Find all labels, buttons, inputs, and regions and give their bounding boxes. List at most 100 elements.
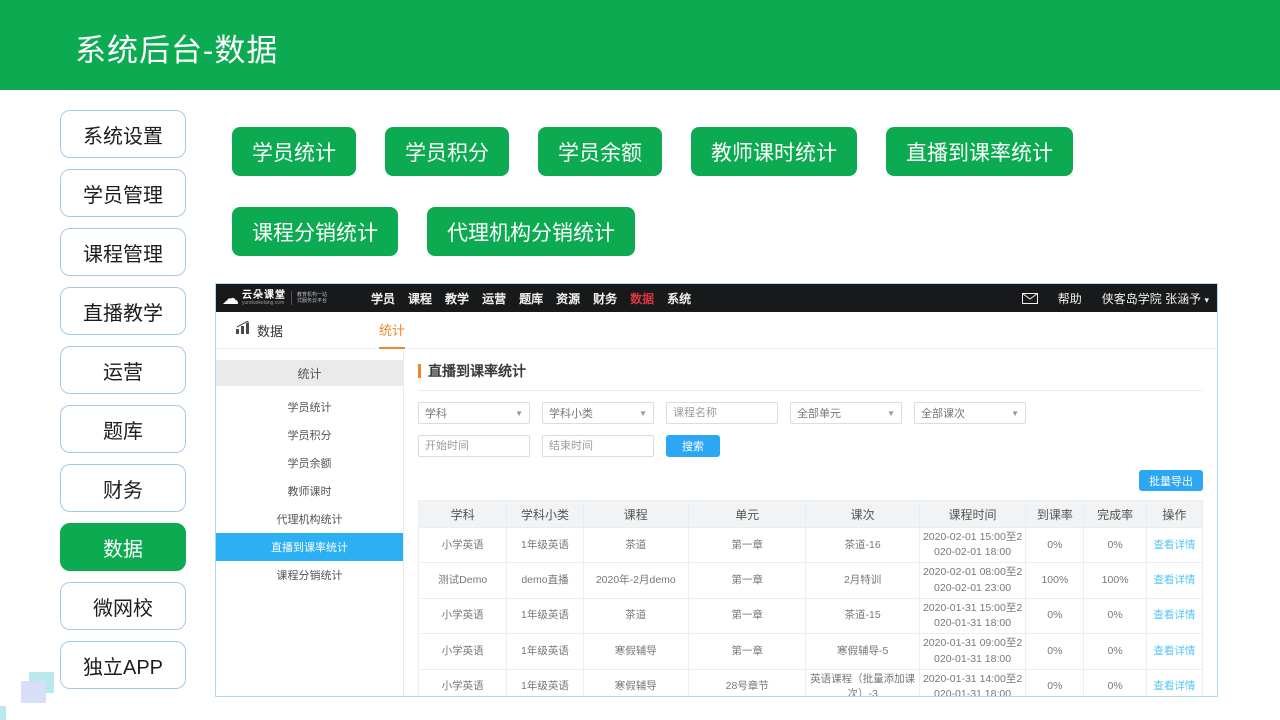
table-cell: 查看详情 <box>1146 669 1202 697</box>
view-detail-link[interactable]: 查看详情 <box>1153 645 1195 657</box>
table-row: 小学英语1年级英语寒假辅导28号章节英语课程（批量添加课次）-32020-01-… <box>419 669 1203 697</box>
search-button[interactable]: 搜索 <box>666 435 720 457</box>
table-cell: 寒假辅导-5 <box>806 634 919 669</box>
table-cell: 1年级英语 <box>507 598 583 633</box>
table-row: 测试Demodemo直播2020年-2月demo第一章2月特训2020-02-0… <box>419 563 1203 598</box>
nav-item-0[interactable]: 学员 <box>371 290 395 307</box>
nav-item-6[interactable]: 财务 <box>593 290 617 307</box>
chevron-down-icon: ▾ <box>1204 295 1209 305</box>
app-logo[interactable]: ☁ 云朵课堂 yunduoketang.com 教育机构一站 式服务云平台 <box>222 290 327 307</box>
table-header-8: 操作 <box>1146 501 1202 528</box>
menu-header: 统计 <box>216 360 403 386</box>
logo-domain: yunduoketang.com <box>242 301 286 307</box>
filter-subject-select[interactable]: 学科 ▼ <box>418 402 530 424</box>
start-time-input[interactable] <box>418 435 530 457</box>
quick-button-0-0[interactable]: 学员统计 <box>232 127 356 176</box>
table-cell: 寒假辅导 <box>583 634 688 669</box>
table-header-0: 学科 <box>419 501 507 528</box>
filter-subject-sub-select[interactable]: 学科小类 ▼ <box>542 402 654 424</box>
chevron-down-icon: ▼ <box>1011 409 1019 418</box>
attendance-table: 学科学科小类课程单元课次课程时间到课率完成率操作 小学英语1年级英语茶道第一章茶… <box>418 500 1203 697</box>
mail-icon[interactable] <box>1022 293 1038 304</box>
nav-item-2[interactable]: 教学 <box>445 290 469 307</box>
filter-row-1: 学科 ▼ 学科小类 ▼ 全部单元 ▼ 全部课次 ▼ <box>418 402 1203 424</box>
table-cell: 0% <box>1026 634 1084 669</box>
quick-button-1-0[interactable]: 课程分销统计 <box>232 207 398 256</box>
sidebar-item-3[interactable]: 直播教学 <box>60 287 186 335</box>
menu-item-2[interactable]: 学员余额 <box>216 449 403 477</box>
tab-statistics[interactable]: 统计 <box>379 312 405 349</box>
batch-export-button[interactable]: 批量导出 <box>1139 470 1203 491</box>
nav-item-3[interactable]: 运营 <box>482 290 506 307</box>
content-title: 直播到课率统计 <box>428 361 526 381</box>
sidebar-item-4[interactable]: 运营 <box>60 346 186 394</box>
quick-button-0-1[interactable]: 学员积分 <box>385 127 509 176</box>
table-cell: 0% <box>1026 528 1084 563</box>
menu-item-3[interactable]: 教师课时 <box>216 477 403 505</box>
table-cell: 英语课程（批量添加课次）-3 <box>806 669 919 697</box>
nav-item-1[interactable]: 课程 <box>408 290 432 307</box>
course-name-input[interactable] <box>666 402 778 424</box>
table-cell: 小学英语 <box>419 598 507 633</box>
filter-subject-sub-value: 学科小类 <box>549 405 593 421</box>
view-detail-link[interactable]: 查看详情 <box>1153 539 1195 551</box>
chevron-down-icon: ▼ <box>887 409 895 418</box>
app-navbar: ☁ 云朵课堂 yunduoketang.com 教育机构一站 式服务云平台 学员… <box>216 284 1217 312</box>
quick-button-0-4[interactable]: 直播到课率统计 <box>886 127 1073 176</box>
account-menu[interactable]: 侠客岛学院 张涵予 ▾ <box>1102 290 1209 307</box>
table-cell: 查看详情 <box>1146 634 1202 669</box>
nav-item-5[interactable]: 资源 <box>556 290 580 307</box>
nav-item-4[interactable]: 题库 <box>519 290 543 307</box>
sidebar-item-0[interactable]: 系统设置 <box>60 110 186 158</box>
table-header-row: 学科学科小类课程单元课次课程时间到课率完成率操作 <box>419 501 1203 528</box>
content-title-row: 直播到课率统计 <box>418 361 1203 381</box>
tagline-line2: 式服务云平台 <box>297 298 327 305</box>
chart-icon <box>236 321 251 339</box>
table-body: 小学英语1年级英语茶道第一章茶道-162020-02-01 15:00至2020… <box>419 528 1203 698</box>
quick-button-0-2[interactable]: 学员余额 <box>538 127 662 176</box>
menu-item-5[interactable]: 直播到课率统计 <box>216 533 403 561</box>
sidebar-item-7[interactable]: 数据 <box>60 523 186 571</box>
filter-lesson-value: 全部课次 <box>921 405 965 421</box>
table-cell: 查看详情 <box>1146 528 1202 563</box>
table-cell: 茶道 <box>583 528 688 563</box>
title-divider <box>418 390 1203 391</box>
nav-item-7[interactable]: 数据 <box>630 290 654 307</box>
logo-text-block: 云朵课堂 yunduoketang.com <box>242 290 286 307</box>
admin-screenshot: ☁ 云朵课堂 yunduoketang.com 教育机构一站 式服务云平台 学员… <box>215 283 1218 697</box>
menu-item-0[interactable]: 学员统计 <box>216 393 403 421</box>
menu-item-6[interactable]: 课程分销统计 <box>216 561 403 589</box>
sidebar-item-1[interactable]: 学员管理 <box>60 169 186 217</box>
table-cell: 茶道-15 <box>806 598 919 633</box>
menu-item-4[interactable]: 代理机构统计 <box>216 505 403 533</box>
table-cell: 100% <box>1084 563 1146 598</box>
view-detail-link[interactable]: 查看详情 <box>1153 609 1195 621</box>
decor-square-corner <box>0 706 6 720</box>
table-cell: 1年级英语 <box>507 634 583 669</box>
table-cell: 第一章 <box>689 598 806 633</box>
quick-button-1-1[interactable]: 代理机构分销统计 <box>427 207 635 256</box>
table-header-5: 课程时间 <box>919 501 1025 528</box>
sidebar-item-6[interactable]: 财务 <box>60 464 186 512</box>
table-cell: 小学英语 <box>419 669 507 697</box>
quick-button-0-3[interactable]: 教师课时统计 <box>691 127 857 176</box>
table-cell: 0% <box>1084 669 1146 697</box>
end-time-input[interactable] <box>542 435 654 457</box>
sidebar-item-8[interactable]: 微网校 <box>60 582 186 630</box>
sidebar-item-9[interactable]: 独立APP <box>60 641 186 689</box>
sidebar-item-5[interactable]: 题库 <box>60 405 186 453</box>
table-cell: 测试Demo <box>419 563 507 598</box>
view-detail-link[interactable]: 查看详情 <box>1153 680 1195 692</box>
view-detail-link[interactable]: 查看详情 <box>1153 574 1195 586</box>
table-cell: 1年级英语 <box>507 669 583 697</box>
sidebar: 系统设置学员管理课程管理直播教学运营题库财务数据微网校独立APP <box>60 110 186 700</box>
menu-item-1[interactable]: 学员积分 <box>216 421 403 449</box>
table-cell: 小学英语 <box>419 634 507 669</box>
cloud-logo-icon: ☁ <box>222 290 239 307</box>
filter-unit-select[interactable]: 全部单元 ▼ <box>790 402 902 424</box>
help-link[interactable]: 帮助 <box>1058 290 1082 307</box>
sidebar-item-2[interactable]: 课程管理 <box>60 228 186 276</box>
nav-item-8[interactable]: 系统 <box>667 290 691 307</box>
filter-lesson-select[interactable]: 全部课次 ▼ <box>914 402 1026 424</box>
table-cell: 2020-02-01 15:00至2020-02-01 18:00 <box>919 528 1025 563</box>
